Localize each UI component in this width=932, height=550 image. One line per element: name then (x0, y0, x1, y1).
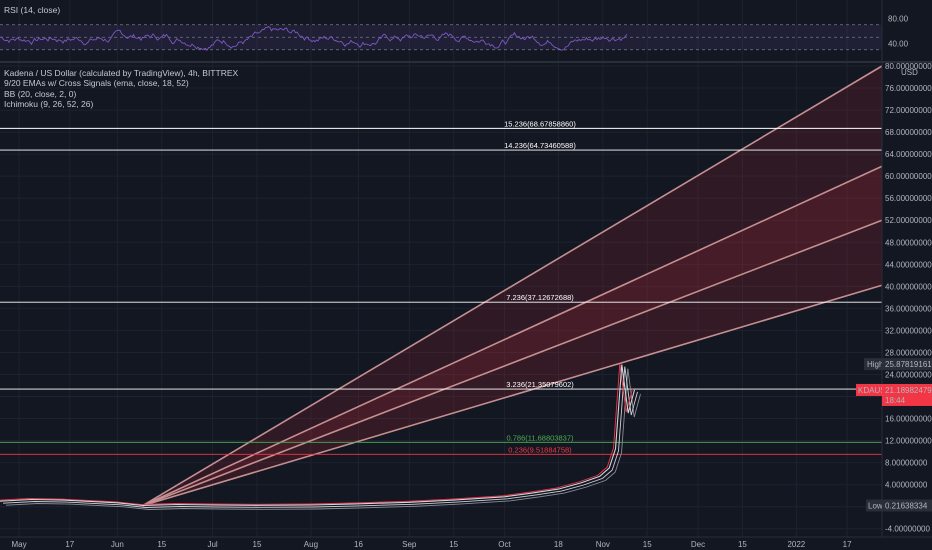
time-tick-label: 17 (65, 540, 74, 549)
high-label: High (867, 360, 883, 369)
price-tick-label: 28.00000000 (885, 348, 932, 357)
time-tick-label: 16 (354, 540, 363, 549)
bar-countdown: 18:44 (885, 396, 906, 405)
price-tick-label: 64.00000000 (885, 150, 932, 159)
time-axis[interactable]: May 17 Jun 15 Jul 15 Aug 16 Sep 15 Oct 18 Nov 15 Dec 15… (0, 536, 932, 550)
time-tick-label: Jun (111, 540, 124, 549)
fib-level-label: 15.236(68.67858860) (504, 119, 576, 128)
indicator-ichimoku[interactable]: Ichimoku (9, 26, 52, 26) (4, 99, 238, 109)
price-tick-label: 16.00000000 (885, 415, 932, 424)
price-tick-label: 24.00000000 (885, 370, 932, 379)
time-tick-label: 15 (738, 540, 747, 549)
time-tick-label: Aug (304, 540, 318, 549)
symbol-title[interactable]: Kadena / US Dollar (calculated by Tradin… (4, 68, 238, 78)
time-tick-label: Dec (691, 540, 705, 549)
time-tick-label: 15 (157, 540, 166, 549)
rsi-legend: RSI (14, close) (4, 5, 61, 15)
time-tick-label: 2022 (787, 540, 805, 549)
time-tick-label: Jul (207, 540, 217, 549)
fib-level-label: 7.236(37.12672688) (506, 293, 574, 302)
price-tick-label: -4.00000000 (885, 525, 930, 534)
high-value: 25.87819161 (885, 360, 932, 369)
fib-level-label: 0.786(11.68803837) (506, 433, 574, 442)
price-tick-label: 60.00000000 (885, 172, 932, 181)
price-tick-label: 12.00000000 (885, 437, 932, 446)
price-tick-label: 76.00000000 (885, 84, 932, 93)
time-tick-label: 15 (643, 540, 652, 549)
price-tick-label: 8.00000000 (885, 459, 928, 468)
fib-level-label: 14.236(64.73460588) (504, 141, 576, 150)
price-tick-label: 4.00000000 (885, 481, 928, 490)
time-tick-label: Nov (596, 540, 610, 549)
low-value: 0.21638334 (885, 502, 928, 511)
time-tick-label: Sep (402, 540, 417, 549)
price-tick-label: 68.00000000 (885, 128, 932, 137)
time-tick-label: 18 (554, 540, 563, 549)
price-tick-label: 40.00000000 (885, 282, 932, 291)
rsi-tick-label: 80.00 (888, 15, 909, 24)
price-tick-label: 72.00000000 (885, 106, 932, 115)
time-tick-label: 15 (253, 540, 262, 549)
price-tick-label: 56.00000000 (885, 194, 932, 203)
price-tick-label: 48.00000000 (885, 238, 932, 247)
fib-level-label: 0.236(9.51884758) (508, 445, 572, 454)
price-tick-label: 44.00000000 (885, 260, 932, 269)
price-tick-label: 52.00000000 (885, 216, 932, 225)
time-tick-label: 15 (449, 540, 458, 549)
currency-label: USD (901, 68, 918, 77)
rsi-tick-label: 40.00 (888, 40, 909, 49)
low-label: Low (868, 502, 883, 511)
price-axis[interactable]: -4.000000000.000000004.000000008.0000000… (881, 0, 932, 538)
indicator-bb[interactable]: BB (20, close, 2, 0) (4, 89, 238, 99)
time-tick-label: 17 (843, 540, 852, 549)
pane-separator[interactable] (0, 61, 932, 63)
price-tick-label: 36.00000000 (885, 304, 932, 313)
fib-level-label: 3.236(21.35079602) (506, 380, 574, 389)
last-price: 21.18982479 (885, 386, 932, 395)
time-tick-label: Oct (498, 540, 511, 549)
time-tick-label: May (11, 540, 26, 549)
price-tick-label: 32.00000000 (885, 326, 932, 335)
indicator-ema[interactable]: 9/20 EMAs w/ Cross Signals (ema, close, … (4, 78, 238, 88)
chart-legend: Kadena / US Dollar (calculated by Tradin… (4, 68, 238, 110)
